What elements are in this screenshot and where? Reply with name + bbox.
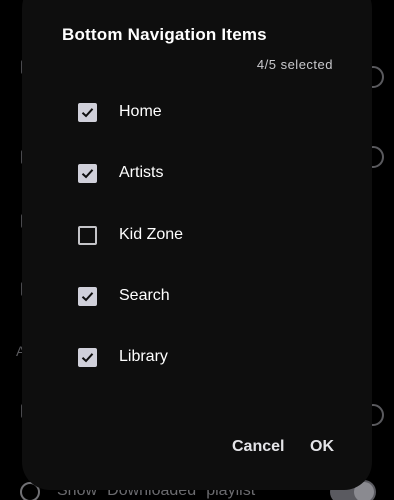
selected-count: 4/5 selected: [256, 57, 333, 72]
option-search[interactable]: Search: [62, 276, 352, 320]
dialog-title: Bottom Navigation Items: [62, 25, 267, 44]
option-home[interactable]: Home: [62, 92, 352, 136]
check-icon: [81, 108, 94, 118]
checkbox-home[interactable]: [78, 103, 97, 122]
option-label-home: Home: [119, 103, 162, 120]
checkbox-library[interactable]: [78, 348, 97, 367]
option-artists[interactable]: Artists: [62, 153, 352, 197]
option-label-library: Library: [119, 348, 168, 365]
screen: A Show "Downloaded" playlist Bottom Navi…: [0, 0, 394, 500]
checkbox-search[interactable]: [78, 287, 97, 306]
option-label-kid-zone: Kid Zone: [119, 226, 184, 243]
checkbox-kid-zone[interactable]: [78, 226, 97, 245]
option-library[interactable]: Library: [62, 337, 352, 381]
checkbox-artists[interactable]: [78, 164, 97, 183]
ok-button[interactable]: OK: [310, 438, 334, 456]
bottom-navigation-dialog: Bottom Navigation Items 4/5 selected Hom…: [22, 0, 372, 490]
check-icon: [81, 353, 94, 363]
option-label-artists: Artists: [119, 164, 164, 181]
option-label-search: Search: [119, 287, 170, 304]
check-icon: [81, 169, 94, 179]
cancel-button[interactable]: Cancel: [232, 438, 284, 456]
option-kid-zone[interactable]: Kid Zone: [62, 215, 352, 259]
check-icon: [81, 292, 94, 302]
